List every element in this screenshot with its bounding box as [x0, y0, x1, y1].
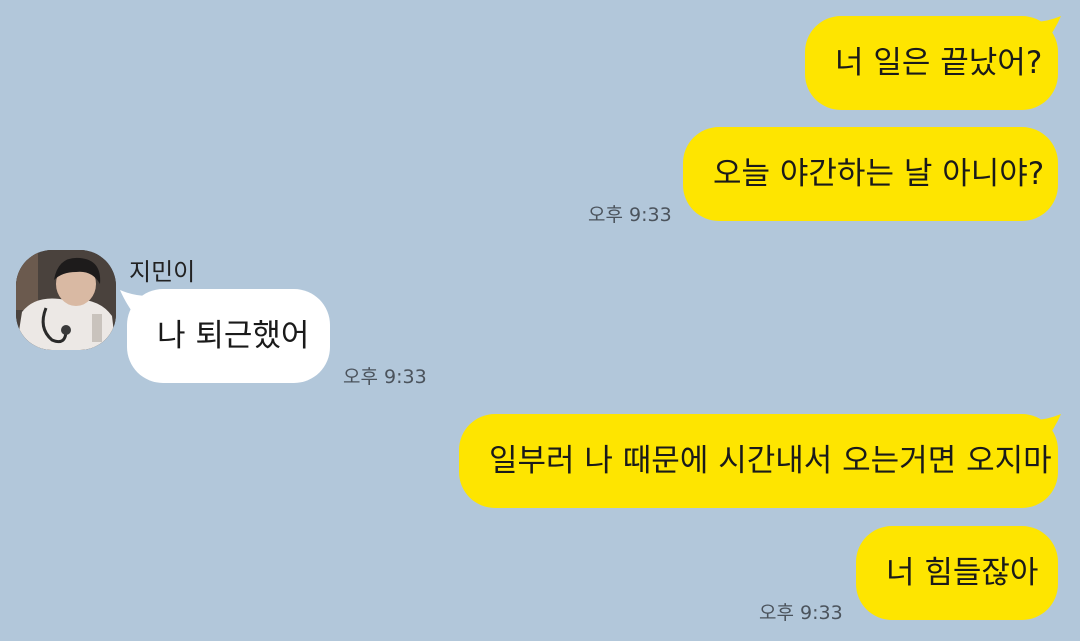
- message-timestamp: 오후 9:33: [588, 204, 672, 226]
- message-bubble-sent[interactable]: 오늘 야간하는 날 아니야?: [683, 127, 1058, 221]
- profile-photo-icon: [16, 250, 116, 350]
- message-timestamp: 오후 9:33: [343, 366, 427, 388]
- message-bubble-sent[interactable]: 일부러 나 때문에 시간내서 오는거면 오지마: [459, 414, 1058, 508]
- message-bubble-sent[interactable]: 너 힘들잖아: [856, 526, 1058, 620]
- message-timestamp: 오후 9:33: [759, 602, 843, 624]
- message-bubble-sent[interactable]: 너 일은 끝났어?: [805, 16, 1058, 110]
- message-bubble-received[interactable]: 나 퇴근했어: [127, 289, 330, 383]
- sender-name: 지민이: [129, 258, 196, 286]
- avatar[interactable]: [16, 250, 116, 350]
